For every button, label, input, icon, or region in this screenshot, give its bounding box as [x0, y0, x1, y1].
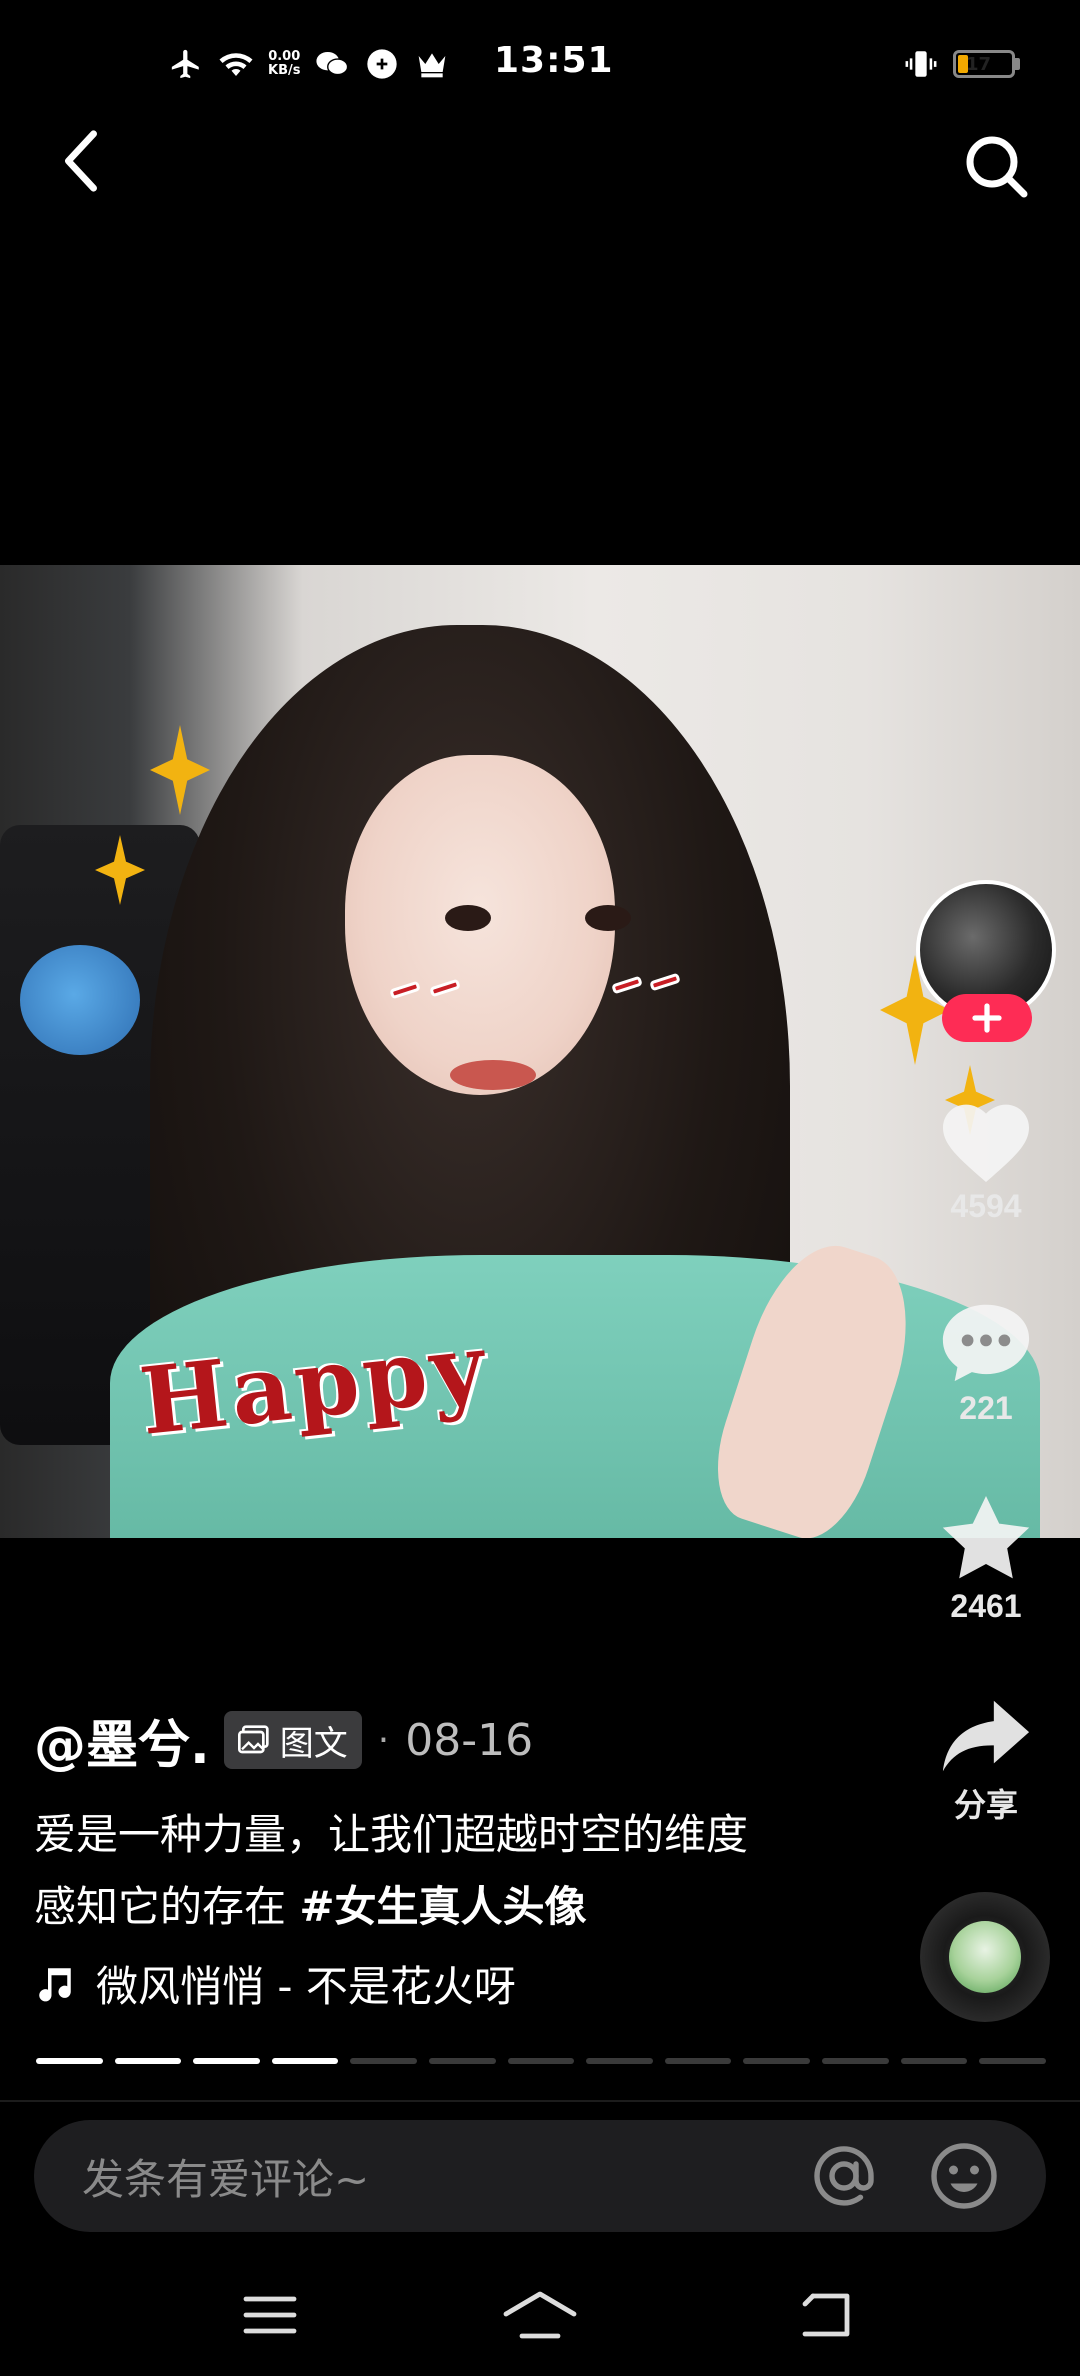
net-speed: 0.00 KB/s: [268, 50, 300, 78]
back-arrow-icon: [802, 2293, 850, 2337]
clock: 13:51: [494, 40, 614, 81]
progress-segment: [586, 2058, 653, 2064]
follow-button[interactable]: [942, 994, 1032, 1042]
music-note-icon: [39, 1967, 71, 2001]
progress-segment: [36, 2058, 103, 2064]
post-description: 爱是一种力量，让我们超越时空的维度 感知它的存在 #女生真人头像: [34, 1799, 914, 1943]
progress-segment: [900, 2058, 968, 2064]
net-speed-unit: KB/s: [268, 63, 301, 78]
battery-indicator: 17: [953, 50, 1020, 78]
share-button[interactable]: 分享: [906, 1696, 1066, 1826]
image-progress-indicator: [36, 2058, 1046, 2064]
share-label: 分享: [953, 1787, 1018, 1823]
system-nav-bar: [0, 2260, 1080, 2370]
menu-icon: [243, 2296, 297, 2334]
progress-segment: [114, 2058, 182, 2064]
author-row: @墨兮. 图文 · 08-16: [34, 1703, 914, 1778]
progress-segment: [822, 2058, 889, 2064]
post-type-badge: 图文: [223, 1711, 362, 1769]
battery-tip: [1015, 58, 1020, 70]
music-disc[interactable]: [920, 1892, 1050, 2022]
back-nav-button[interactable]: [775, 2280, 875, 2350]
hashtag-link[interactable]: #女生真人头像: [299, 1882, 586, 1931]
heart-icon: [943, 1104, 1029, 1183]
star-icon: [942, 1496, 1030, 1579]
description-line: 爱是一种力量，让我们超越时空的维度: [34, 1810, 749, 1859]
music-row[interactable]: 微风悄悄 - 不是花火呀: [34, 1953, 914, 2014]
sparkle-sticker: [150, 725, 210, 815]
separator-dot: ·: [377, 1719, 390, 1761]
divider: [0, 2100, 1080, 2102]
progress-segment: [743, 2058, 811, 2064]
airplane-icon: [168, 46, 204, 82]
post-date: 08-16: [405, 1714, 534, 1766]
subject-lips: [450, 1060, 536, 1090]
mention-button[interactable]: [806, 2138, 882, 2214]
net-speed-value: 0.00: [268, 49, 301, 64]
status-right: 17: [903, 46, 1020, 82]
home-icon: [503, 2291, 577, 2339]
status-icons: 0.00 KB/s: [168, 46, 450, 82]
progress-segment: [507, 2058, 575, 2064]
comment-icon: [942, 1304, 1030, 1382]
comment-count: 221: [959, 1390, 1013, 1426]
music-cover: [949, 1921, 1021, 1993]
author-name[interactable]: @墨兮.: [34, 1703, 210, 1778]
description-text: 感知它的存在: [34, 1882, 300, 1931]
wifi-icon: [218, 46, 254, 82]
progress-segment: [193, 2058, 260, 2064]
progress-segment: [664, 2058, 732, 2064]
plush-toy: [20, 945, 140, 1055]
comment-placeholder: 发条有爱评论~: [82, 2154, 370, 2204]
at-icon: [814, 2146, 874, 2206]
author-avatar-group: [916, 880, 1056, 1042]
progress-segment: [979, 2058, 1046, 2064]
like-count: 4594: [950, 1188, 1022, 1224]
progress-segment: [271, 2058, 339, 2064]
action-rail: 4594 221 2461 分享: [906, 880, 1066, 2022]
chevron-left-icon: [64, 130, 97, 192]
recents-button[interactable]: [220, 2280, 320, 2350]
back-button[interactable]: [50, 126, 110, 196]
search-icon: [966, 136, 1028, 198]
image-icon: [237, 1725, 269, 1754]
soul-icon: [364, 46, 400, 82]
search-button[interactable]: [956, 126, 1036, 206]
wechat-icon: [314, 46, 350, 82]
subject-eye-left: [445, 905, 491, 931]
comment-input[interactable]: 发条有爱评论~: [34, 2120, 1046, 2232]
post-caption: @墨兮. 图文 · 08-16 爱是一种力量，让我们超越时空的维度 感知它的存在…: [34, 1705, 914, 2014]
post-type-label: 图文: [279, 1723, 348, 1764]
battery-level: 17: [966, 53, 992, 75]
emoji-icon: [931, 2143, 997, 2209]
music-title: 微风悄悄 - 不是花火呀: [96, 1962, 516, 2011]
like-button[interactable]: 4594: [906, 1098, 1066, 1225]
crown-icon: [414, 46, 450, 82]
emoji-button[interactable]: [926, 2138, 1002, 2214]
battery-icon: 17: [953, 50, 1015, 78]
favorite-count: 2461: [950, 1588, 1022, 1624]
top-nav: [0, 120, 1080, 200]
plus-icon: [972, 1003, 1002, 1033]
vibrate-icon: [903, 46, 939, 82]
home-button[interactable]: [490, 2280, 590, 2350]
comment-button[interactable]: 221: [906, 1298, 1066, 1427]
subject-eye-right: [585, 905, 631, 931]
progress-segment: [350, 2058, 418, 2064]
progress-segment: [429, 2058, 496, 2064]
share-arrow-icon: [942, 1700, 1030, 1772]
description-line: 感知它的存在 #女生真人头像: [34, 1871, 914, 1943]
status-bar: 0.00 KB/s 13:51 17: [0, 40, 1080, 90]
favorite-button[interactable]: 2461: [906, 1492, 1066, 1625]
